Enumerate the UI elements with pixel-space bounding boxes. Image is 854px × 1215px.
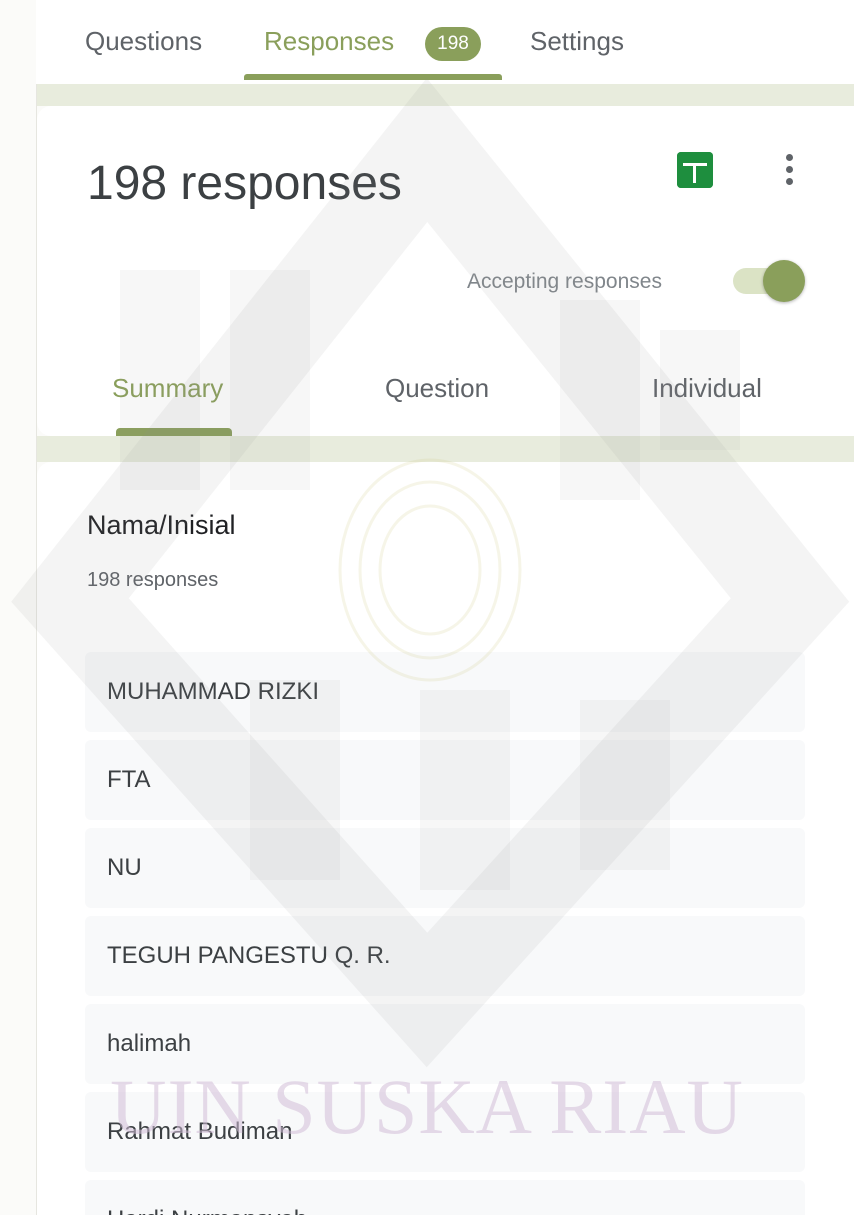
responses-count-badge: 198 <box>425 27 481 61</box>
list-item: NU <box>85 828 805 908</box>
tab-settings[interactable]: Settings <box>530 26 624 57</box>
accepting-responses-label: Accepting responses <box>467 270 662 293</box>
list-item: FTA <box>85 740 805 820</box>
active-tab-indicator <box>244 74 502 80</box>
tab-questions[interactable]: Questions <box>85 26 202 57</box>
responses-title: 198 responses <box>87 157 402 210</box>
google-sheets-icon[interactable] <box>677 152 713 188</box>
subtab-question[interactable]: Question <box>385 373 489 404</box>
forms-responses-screen: Questions Responses 198 Settings 198 res… <box>0 0 854 1215</box>
list-item: Rahmat Budiman <box>85 1092 805 1172</box>
question-summary-card: Nama/Inisial 198 responses MUHAMMAD RIZK… <box>37 462 854 1215</box>
subtab-individual[interactable]: Individual <box>652 373 762 404</box>
list-item: halimah <box>85 1004 805 1084</box>
responses-header-card: 198 responses Accepting responses Summar… <box>37 106 854 436</box>
list-item: TEGUH PANGESTU Q. R. <box>85 916 805 996</box>
question-response-count: 198 responses <box>87 569 219 591</box>
background-band <box>37 436 854 462</box>
subtab-summary[interactable]: Summary <box>112 373 223 404</box>
list-item: Hardi Nurmansyah <box>85 1180 805 1215</box>
answer-list: MUHAMMAD RIZKI FTA NU TEGUH PANGESTU Q. … <box>85 652 805 1215</box>
list-item: MUHAMMAD RIZKI <box>85 652 805 732</box>
more-vert-icon[interactable] <box>777 150 801 190</box>
tab-responses[interactable]: Responses <box>264 26 394 57</box>
background-band <box>37 84 854 106</box>
question-title: Nama/Inisial <box>87 510 236 540</box>
top-tab-bar: Questions Responses 198 Settings <box>36 0 854 84</box>
toggle-knob[interactable] <box>763 260 805 302</box>
subtab-active-indicator <box>116 428 232 436</box>
